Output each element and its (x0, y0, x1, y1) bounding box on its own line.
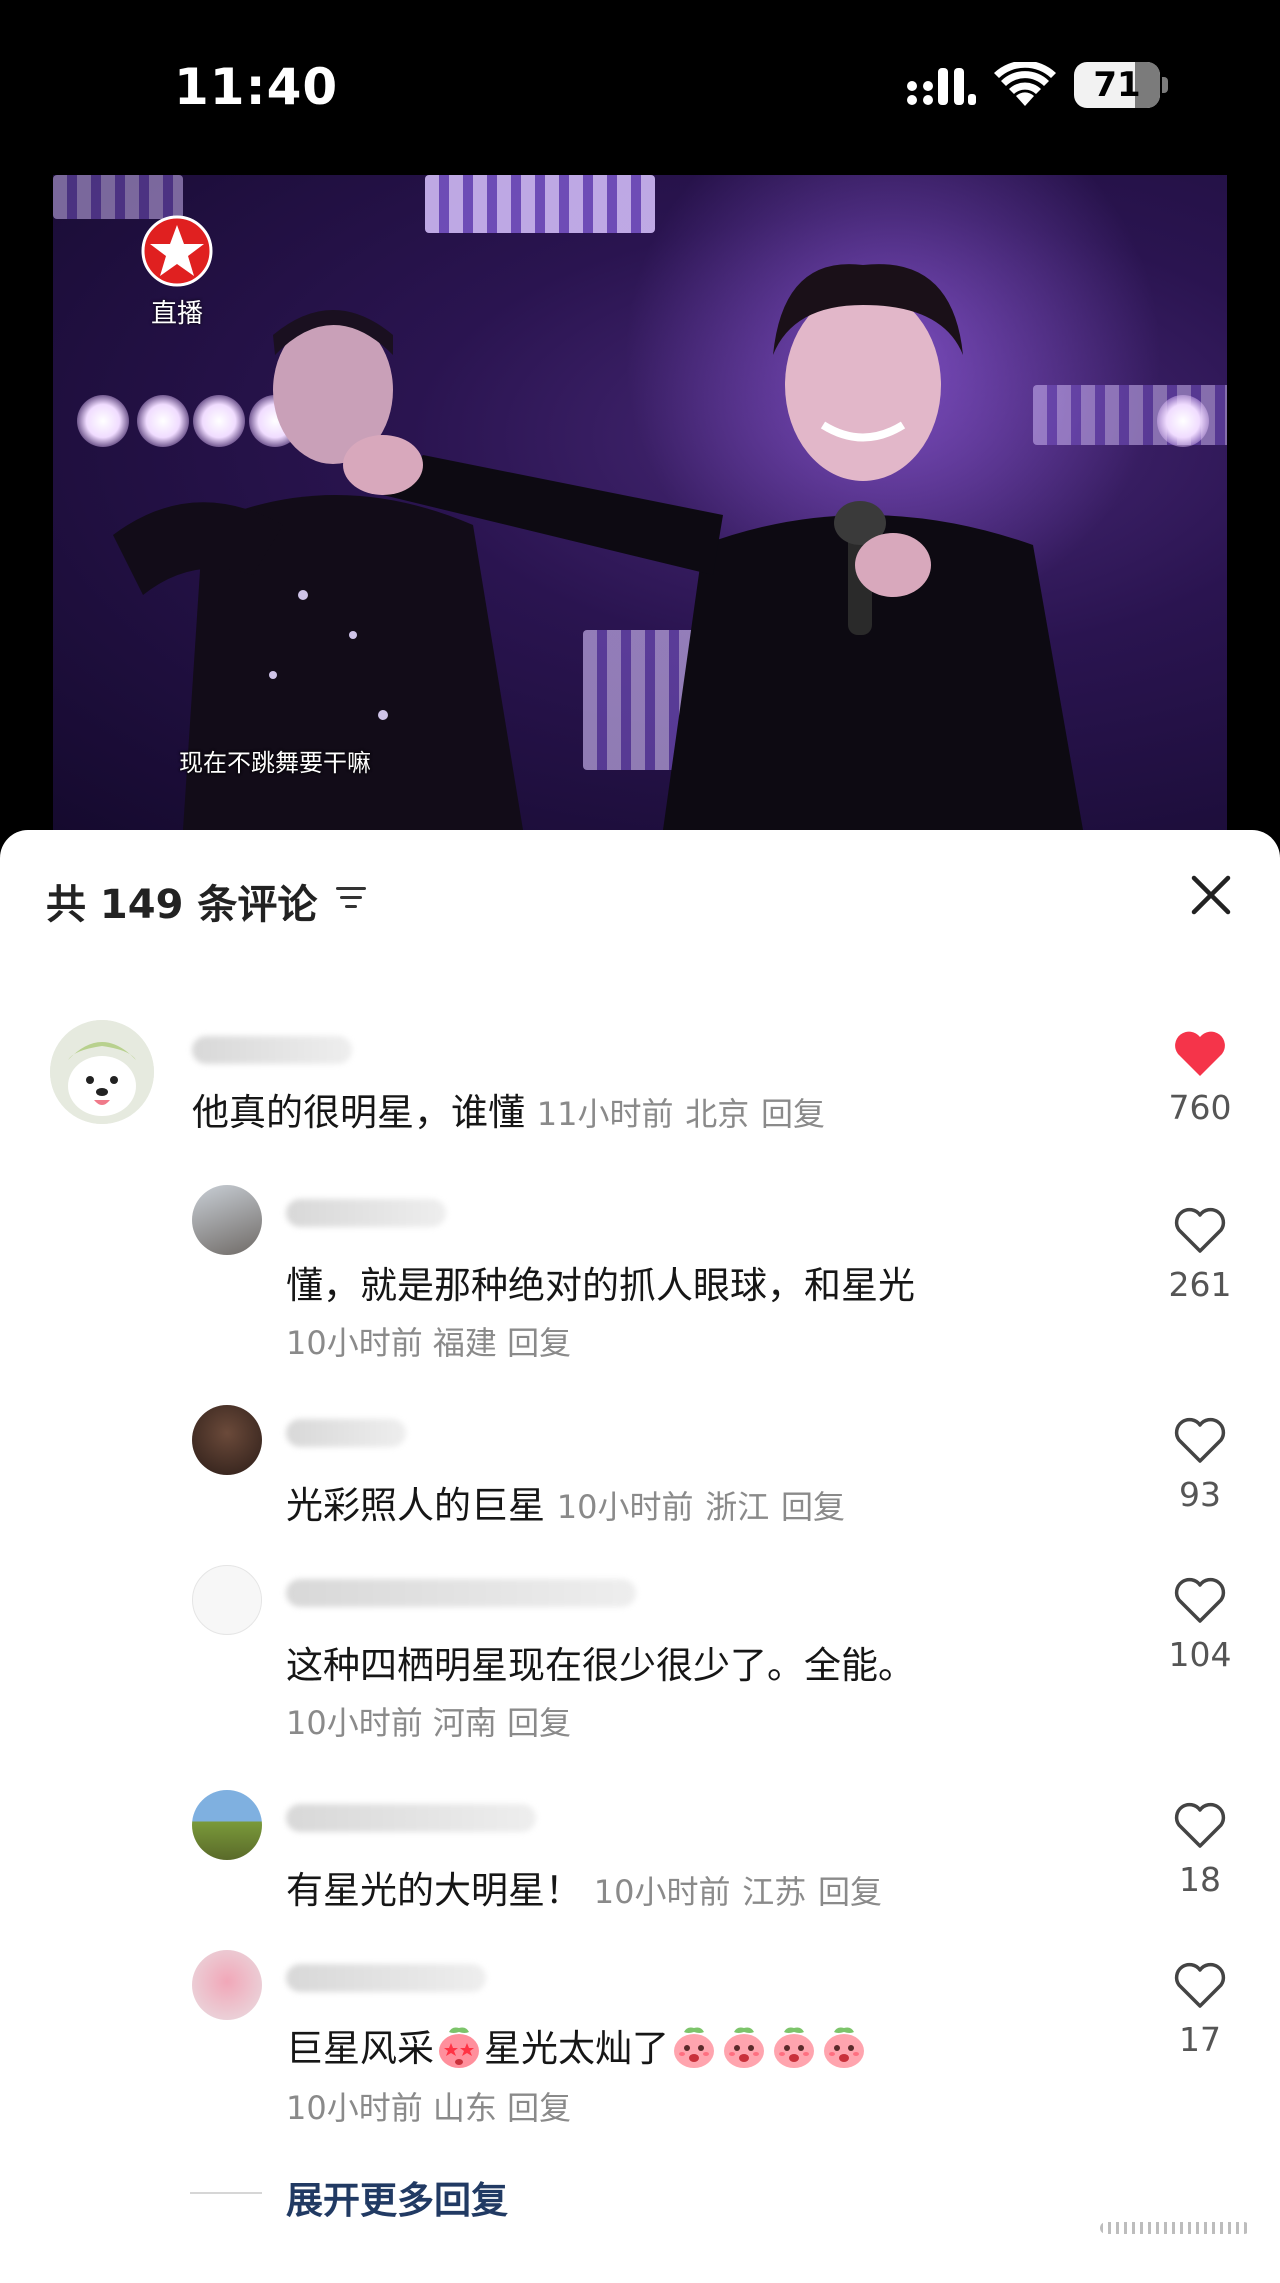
like-count: 760 (1168, 1088, 1232, 1127)
expand-divider (190, 2192, 262, 2194)
reply-button[interactable]: 回复 (507, 1324, 571, 1362)
video-subtitle: 现在不跳舞要干嘛 (179, 749, 371, 777)
heart-outline-icon (1174, 1962, 1226, 2008)
like-count: 18 (1179, 1860, 1221, 1899)
status-time: 11:40 (174, 58, 339, 116)
like-button[interactable]: 760 (1160, 1030, 1240, 1127)
signal-icon (907, 68, 976, 105)
avatar[interactable] (192, 1405, 262, 1475)
like-count: 93 (1179, 1475, 1221, 1514)
status-bar: 11:40 71 (0, 0, 1280, 175)
sort-filter-icon[interactable] (334, 885, 368, 911)
avatar[interactable] (50, 1020, 154, 1124)
like-count: 104 (1168, 1635, 1232, 1674)
peach-emoji (724, 2027, 764, 2068)
like-button[interactable]: 17 (1160, 1962, 1240, 2059)
reply-button[interactable]: 回复 (761, 1095, 825, 1133)
username-blurred[interactable] (286, 1199, 446, 1227)
battery-percent: 71 (1093, 65, 1141, 105)
reply-button[interactable]: 回复 (507, 2089, 571, 2127)
like-count: 17 (1179, 2020, 1221, 2059)
comment-text: 这种四栖明星现在很少很少了。全能。 (286, 1644, 915, 1687)
comment-text: 懂，就是那种绝对的抓人眼球，和星光 (286, 1264, 915, 1307)
comment-meta: 10小时前 福建 回复 (286, 1318, 571, 1364)
comment-meta: 10小时前 山东 回复 (286, 2083, 571, 2129)
video-player[interactable]: 直播 现在不跳舞要干嘛 (53, 175, 1227, 830)
comment-text: 有星光的大明星！ 10小时前 江苏 回复 (286, 1869, 883, 1912)
close-icon[interactable] (1188, 872, 1234, 918)
comments-count-title: 共 149 条评论 (46, 882, 318, 928)
battery-icon: 71 (1074, 62, 1168, 108)
username-blurred[interactable] (286, 1419, 406, 1447)
username-blurred[interactable] (286, 1964, 486, 1992)
comment-time: 11小时前 (536, 1095, 674, 1133)
heart-outline-icon (1174, 1577, 1226, 1623)
peach-emoji (774, 2027, 814, 2068)
wifi-icon (994, 62, 1056, 106)
starry-eyed-peach-emoji (439, 2027, 479, 2068)
reply-button[interactable]: 回复 (818, 1873, 882, 1911)
home-indicator (1100, 2222, 1250, 2234)
channel-label: 直播 (150, 299, 203, 329)
heart-filled-icon (1175, 1031, 1225, 1076)
comment-location: 北京 (685, 1095, 750, 1133)
comment-text: 他真的很明星，谁懂 11小时前 北京 回复 (192, 1091, 826, 1134)
avatar[interactable] (192, 1185, 262, 1255)
heart-outline-icon (1174, 1802, 1226, 1848)
comment-time: 10小时前 (593, 1873, 731, 1911)
like-button[interactable]: 18 (1160, 1802, 1240, 1899)
peach-emoji (824, 2027, 864, 2068)
comment-time: 10小时前 (286, 1324, 423, 1362)
like-button[interactable]: 93 (1160, 1417, 1240, 1514)
like-button[interactable]: 261 (1160, 1207, 1240, 1304)
comment-location: 福建 (432, 1324, 497, 1362)
comment-time: 10小时前 (556, 1488, 694, 1526)
expand-more-replies-button[interactable]: 展开更多回复 (286, 2170, 508, 2224)
peach-emoji (674, 2027, 714, 2068)
comment-time: 10小时前 (286, 2089, 423, 2127)
comment-location: 山东 (432, 2089, 497, 2127)
like-count: 261 (1168, 1265, 1232, 1304)
heart-outline-icon (1174, 1417, 1226, 1463)
reply-button[interactable]: 回复 (781, 1488, 845, 1526)
comment-location: 河南 (432, 1704, 497, 1742)
comment-location: 浙江 (705, 1488, 770, 1526)
avatar[interactable] (192, 1790, 262, 1860)
comments-sheet: 共 149 条评论 他真的很明星，谁懂 11小时前 北京 回复 760 懂，就是… (0, 830, 1280, 2283)
reply-button[interactable]: 回复 (507, 1704, 571, 1742)
comment-meta: 10小时前 河南 回复 (286, 1698, 571, 1744)
comment-location: 江苏 (742, 1873, 807, 1911)
like-button[interactable]: 104 (1160, 1577, 1240, 1674)
singer (343, 264, 1083, 830)
channel-logo-icon (141, 215, 213, 287)
comment-text: 光彩照人的巨星 10小时前 浙江 回复 (286, 1484, 846, 1527)
avatar[interactable] (192, 1950, 262, 2020)
username-blurred[interactable] (286, 1804, 536, 1832)
heart-outline-icon (1174, 1207, 1226, 1253)
comment-text: 巨星风采 星光太灿了 (286, 2018, 869, 2072)
username-blurred[interactable] (286, 1579, 636, 1607)
comment-time: 10小时前 (286, 1704, 423, 1742)
avatar[interactable] (192, 1565, 262, 1635)
username-blurred[interactable] (192, 1036, 352, 1064)
